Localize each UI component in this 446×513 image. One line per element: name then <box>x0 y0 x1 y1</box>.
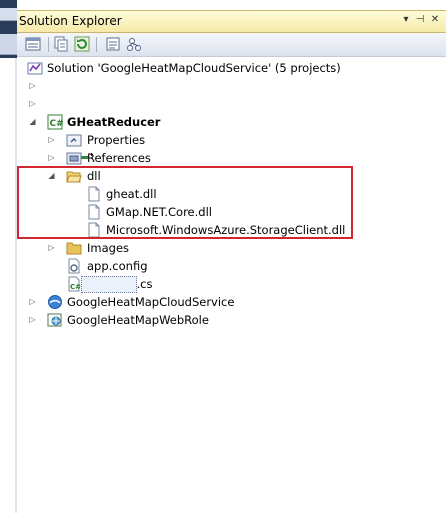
view-code-icon[interactable] <box>126 36 142 52</box>
expand-arrow-icon[interactable]: ▷ <box>28 293 37 311</box>
panel-title: Solution Explorer <box>19 14 122 28</box>
properties-folder-icon <box>66 134 82 147</box>
solution-label: Solution 'GoogleHeatMapCloudService' (5 … <box>47 61 341 75</box>
project-label: GHeatReducer <box>67 115 161 129</box>
expand-arrow-icon[interactable]: ▷ <box>28 77 37 95</box>
refresh-icon[interactable] <box>74 36 90 52</box>
dll-folder-highlight-box <box>17 166 353 239</box>
expand-arrow-icon[interactable]: ▷ <box>28 311 37 329</box>
tree-row-web-role[interactable]: ▷ GoogleHeatMapWebRole <box>17 311 446 329</box>
tree-row-properties[interactable]: ▷ Properties <box>17 131 446 149</box>
expand-arrow-icon[interactable]: ▷ <box>47 131 56 149</box>
solution-icon <box>27 62 43 75</box>
panel-title-bar[interactable]: Solution Explorer ▾ ⊣ ✕ <box>17 10 446 33</box>
editor-body <box>0 58 17 513</box>
editor-tab[interactable] <box>0 8 17 21</box>
web-role-icon <box>47 313 62 327</box>
tree-row-cloud-service[interactable]: ▷ GoogleHeatMapCloudService <box>17 293 446 311</box>
toolbar-separator <box>48 37 49 52</box>
tree-row-gheatreducer[interactable]: ◢ C# GHeatReducer <box>17 113 446 131</box>
images-label: Images <box>87 241 130 255</box>
window-position-icon[interactable]: ▾ <box>400 13 412 27</box>
tree-row-solution[interactable]: Solution 'GoogleHeatMapCloudService' (5 … <box>17 59 446 77</box>
tree-row-app-config[interactable]: app.config <box>17 257 446 275</box>
solution-explorer-panel: Solution Explorer ▾ ⊣ ✕ Solution 'Google… <box>17 0 446 513</box>
tree-row-images[interactable]: ▷ Images <box>17 239 446 257</box>
references-icon <box>66 152 82 165</box>
csharp-project-icon: C# <box>47 114 63 130</box>
web-role-label: GoogleHeatMapWebRole <box>67 313 209 327</box>
cloud-service-label: GoogleHeatMapCloudService <box>67 295 235 309</box>
editor-area-sliver <box>0 0 17 513</box>
properties-label: Properties <box>87 133 146 147</box>
tree-row-project[interactable]: ▷ <box>17 95 446 113</box>
cloud-service-icon <box>48 295 62 309</box>
close-icon[interactable]: ✕ <box>429 13 441 27</box>
editor-tab[interactable] <box>0 34 17 55</box>
svg-text:C#: C# <box>50 119 64 129</box>
expand-arrow-icon[interactable]: ▷ <box>28 95 37 113</box>
tree-row-references[interactable]: ▷ References <box>17 149 446 167</box>
csharp-file-icon: C# <box>68 276 81 292</box>
svg-text:C#: C# <box>70 283 81 291</box>
app-config-label: app.config <box>87 259 148 273</box>
references-label: References <box>87 151 151 165</box>
folder-icon <box>66 242 82 255</box>
properties-icon[interactable] <box>25 36 41 52</box>
expand-arrow-icon[interactable]: ▷ <box>47 149 56 167</box>
view-class-diagram-icon[interactable] <box>105 36 121 52</box>
config-file-icon <box>68 258 80 274</box>
tree-row-project[interactable]: ▷ <box>17 77 446 95</box>
toolbar-separator <box>96 37 97 52</box>
selection-focus-rect <box>81 276 137 293</box>
auto-hide-icon[interactable]: ⊣ <box>414 13 426 27</box>
expand-arrow-icon[interactable]: ▷ <box>47 239 56 257</box>
panel-toolbar <box>17 33 446 57</box>
collapse-arrow-icon[interactable]: ◢ <box>28 113 37 131</box>
show-all-files-icon[interactable] <box>53 36 69 52</box>
